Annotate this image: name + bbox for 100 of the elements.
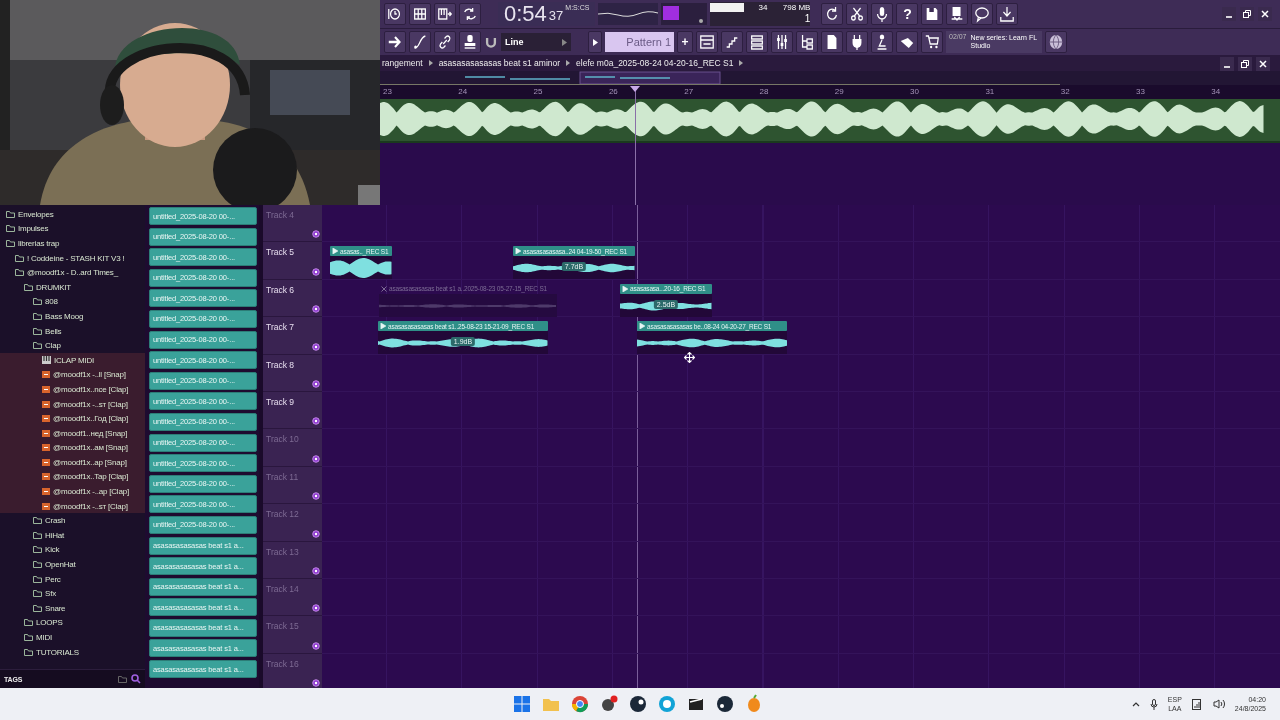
minimize-icon[interactable] [1220, 57, 1234, 71]
snap-dropdown[interactable]: Line [501, 33, 571, 51]
browser-item[interactable]: librerias trap [0, 236, 145, 251]
previous-pattern-button[interactable] [588, 31, 602, 53]
app-icon[interactable] [599, 694, 619, 714]
lamp-button[interactable] [871, 31, 893, 53]
browser-item[interactable]: Sfx [0, 586, 145, 602]
browser-item[interactable]: @moodf1x - D..ard Times_ [0, 265, 145, 280]
track-dot-icon[interactable] [312, 566, 320, 575]
cart-button[interactable] [921, 31, 943, 53]
pattern-selector[interactable]: Pattern 1 [605, 32, 674, 52]
browser-item[interactable]: @moodf1x -..sт [Clap] [0, 396, 145, 412]
grid-button[interactable] [409, 3, 431, 25]
track-name[interactable]: Track 7 [266, 322, 295, 333]
sliders-button[interactable] [771, 31, 793, 53]
browser-item[interactable]: Kick [0, 542, 145, 558]
browser-item[interactable]: @moodf1x..ap [Snap] [0, 455, 145, 470]
steps-button[interactable] [721, 31, 743, 53]
track-dot-icon[interactable] [312, 641, 320, 650]
breadcrumb-item[interactable]: asasasasasasas beat s1 aminor [438, 58, 561, 68]
track-dot-icon[interactable] [312, 529, 320, 538]
microphone-button[interactable] [871, 3, 894, 25]
speaker-icon[interactable] [1212, 699, 1225, 709]
folder-icon[interactable] [118, 675, 127, 683]
search-icon[interactable] [131, 674, 141, 684]
browser-item[interactable]: Envelopes [0, 207, 145, 222]
browser-item[interactable]: @moodf1x..nce [Clap] [0, 382, 145, 397]
track-dot-icon[interactable] [312, 679, 320, 688]
track-dot-icon[interactable] [312, 342, 320, 351]
save-button[interactable] [921, 3, 944, 25]
restore-icon[interactable] [1240, 7, 1254, 21]
list-button[interactable] [746, 31, 768, 53]
browser-icon[interactable] [570, 694, 590, 714]
track-name[interactable]: Track 9 [266, 396, 295, 407]
browser-item[interactable]: 808 [0, 294, 145, 310]
refresh-button[interactable] [821, 3, 844, 25]
browser-item[interactable]: Bells [0, 323, 145, 339]
tree-button[interactable] [796, 31, 818, 53]
track-dot-icon[interactable] [312, 379, 320, 388]
close-icon[interactable] [1258, 7, 1272, 21]
playlist-button[interactable] [696, 31, 718, 53]
help-button[interactable]: ? [896, 3, 919, 25]
browser-item[interactable]: @moodf1x -..sт [Clap] [0, 498, 145, 514]
loop-button[interactable] [459, 3, 481, 25]
network-icon[interactable] [1191, 698, 1203, 710]
curve-button[interactable] [409, 31, 431, 53]
windows-icon[interactable] [512, 694, 532, 714]
track-name[interactable]: Track 6 [266, 284, 295, 295]
bar-number: 24 [458, 87, 468, 96]
browser-item[interactable]: Crash [0, 513, 145, 529]
arrow-button[interactable] [384, 31, 406, 53]
browser-item[interactable]: OpenHat [0, 557, 145, 572]
browser-item[interactable]: @moodf1..нед [Snap] [0, 425, 145, 441]
breadcrumb-item[interactable]: elefe m0a_2025-08-24 04-20-16_REC S1 [576, 58, 734, 68]
track-dot-icon[interactable] [312, 454, 320, 463]
caret-icon [566, 60, 571, 66]
track-dot-icon[interactable] [312, 492, 320, 501]
file-button[interactable] [821, 31, 843, 53]
browser-item[interactable]: LOOPS [0, 615, 145, 631]
minimize-icon[interactable] [1222, 7, 1236, 21]
browser-item[interactable]: @moodf1x -..ap [Clap] [0, 484, 145, 499]
track-name[interactable]: Track 5 [266, 247, 295, 258]
browser-item[interactable]: Clap [0, 338, 145, 353]
microphone-icon[interactable] [1149, 698, 1158, 710]
browser-item[interactable]: Perc [0, 571, 145, 587]
track-dot-icon[interactable] [312, 305, 320, 314]
track-dot-icon[interactable] [312, 417, 320, 426]
chevron-up-icon[interactable] [1131, 701, 1140, 707]
track-dot-icon[interactable] [312, 267, 320, 276]
scissors-button[interactable] [846, 3, 869, 25]
browser-item[interactable]: Impulses [0, 221, 145, 237]
browser-item[interactable]: Bass Moog [0, 309, 145, 324]
plug-button[interactable] [846, 31, 868, 53]
browser-item[interactable]: TUTORIALS [0, 644, 145, 660]
keys-button[interactable] [434, 3, 456, 25]
track-dot-icon[interactable] [312, 230, 320, 239]
breadcrumb-item[interactable]: rangement [382, 58, 423, 68]
browser-item[interactable]: @moodf1x..Tap [Clap] [0, 469, 145, 485]
link-button[interactable] [434, 31, 456, 53]
clock-button[interactable] [384, 3, 406, 25]
close-icon[interactable] [1256, 57, 1270, 71]
browser-item[interactable]: ICLAP MIDI [0, 352, 145, 368]
browser-item[interactable]: HiHat [0, 528, 145, 543]
audio-file-icon [42, 415, 50, 423]
browser-item[interactable]: MIDI [0, 630, 145, 645]
track-name[interactable]: Track 8 [266, 359, 295, 370]
chat-button[interactable] [971, 3, 994, 25]
browser-item[interactable]: @moodf1x -..ll [Snap] [0, 367, 145, 383]
download-button[interactable] [996, 3, 1019, 25]
browser-item[interactable]: Snare [0, 601, 145, 616]
add-pattern-button[interactable]: + [677, 31, 693, 53]
browser-item[interactable]: DRUMKIT [0, 279, 145, 295]
track-dot-icon[interactable] [312, 604, 320, 613]
browser-item[interactable]: @moodf1x..ам [Snap] [0, 440, 145, 456]
globe-button[interactable] [1045, 31, 1067, 53]
stamp-button[interactable] [459, 31, 481, 53]
save-as-button[interactable] [946, 3, 969, 25]
browser-item[interactable]: @moodf1x..Год [Clap] [0, 411, 145, 426]
restore-icon[interactable] [1238, 57, 1252, 71]
browser-item[interactable]: ! Coddeine - STASH KIT V3 ! [0, 250, 145, 266]
